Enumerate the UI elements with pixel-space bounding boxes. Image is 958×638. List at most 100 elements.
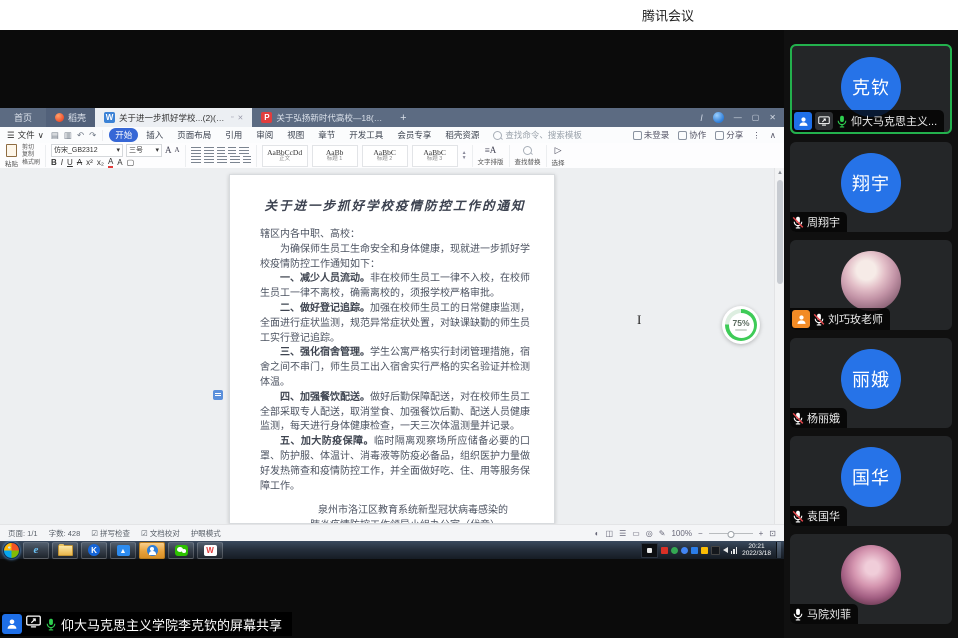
account-button[interactable]: 未登录 — [633, 129, 670, 141]
tab-close-icon[interactable]: ✕ — [238, 114, 244, 122]
command-search-box[interactable]: 查找命令、搜索模板 — [493, 129, 582, 141]
start-button[interactable] — [3, 542, 20, 559]
ribbon-tab-docer-resources[interactable]: 稻壳资源 — [439, 128, 485, 142]
shrink-font-button[interactable]: A — [175, 146, 180, 154]
strikethrough-button[interactable]: A — [77, 158, 82, 167]
participant-tile[interactable]: 马院刘菲 — [790, 534, 952, 624]
tray-icon-green[interactable] — [671, 547, 678, 554]
style-heading2[interactable]: AaBbC 标题 2 — [362, 145, 408, 167]
wps-document-tab-active[interactable]: W 关于进一步抓好学校...(2)(1)(7) ▫ ✕ — [95, 108, 252, 127]
typeset-button[interactable]: ≡A 文字排版 — [473, 145, 510, 167]
zoom-level[interactable]: 100% — [671, 529, 691, 538]
tray-icon-qq[interactable] — [711, 546, 720, 555]
read-view-icon[interactable]: ◎ — [646, 529, 653, 538]
print-icon[interactable]: ▥ — [64, 130, 72, 141]
collapse-ribbon-icon[interactable]: ∧ — [770, 130, 776, 141]
ribbon-tab-page-layout[interactable]: 页面布局 — [171, 128, 217, 142]
wps-home-tab[interactable]: 首页 — [0, 108, 46, 127]
show-desktop-button[interactable] — [776, 542, 781, 558]
tray-icon-yellow[interactable] — [701, 547, 708, 554]
bold-button[interactable]: B — [51, 158, 57, 167]
wps-docer-tab[interactable]: 稻壳 — [46, 108, 95, 127]
align-right-icon[interactable] — [217, 156, 227, 164]
taskbar-active-app[interactable] — [139, 542, 165, 559]
align-center-icon[interactable] — [204, 156, 214, 164]
participant-tile[interactable]: 翔宇 周翔宇 — [790, 142, 952, 232]
grow-font-button[interactable]: A — [165, 145, 172, 155]
taskbar-wechat[interactable] — [168, 542, 194, 559]
edit-view-icon[interactable]: ✎ — [659, 529, 666, 538]
underline-button[interactable]: U — [67, 158, 73, 167]
redo-icon[interactable]: ↷ — [89, 130, 96, 141]
select-button[interactable]: ▷ 选择 — [547, 145, 570, 167]
justify-icon[interactable] — [230, 156, 240, 164]
volume-icon[interactable] — [723, 547, 728, 553]
outline-view-icon[interactable]: ☰ — [619, 529, 626, 538]
ribbon-tab-review[interactable]: 审阅 — [250, 128, 279, 142]
proofread-toggle[interactable]: ☑文档校对 — [141, 528, 180, 539]
taskbar-meeting-app[interactable]: ▲ — [110, 542, 136, 559]
tray-icon-red[interactable] — [661, 547, 668, 554]
scroll-up-icon[interactable]: ▲ — [775, 168, 784, 176]
screen-share-banner[interactable]: 仰大马克思主义学院李克钦的屏幕共享 — [0, 612, 292, 636]
align-left-icon[interactable] — [191, 156, 201, 164]
cut-button[interactable]: 剪切 — [22, 145, 40, 152]
tray-meeting-indicator[interactable] — [641, 543, 658, 558]
superscript-button[interactable]: x² — [86, 158, 93, 167]
wps-document-tab-pdf[interactable]: P 关于弘扬新时代高校—18(2).pdf — [252, 108, 393, 127]
network-icon[interactable] — [731, 547, 738, 554]
participant-tile[interactable]: 国华 袁国华 — [790, 436, 952, 526]
account-globe-icon[interactable] — [713, 112, 724, 123]
number-list-icon[interactable] — [204, 147, 214, 155]
ribbon-tab-home[interactable]: 开始 — [109, 128, 138, 142]
collab-button[interactable]: 协作 — [678, 129, 706, 141]
save-icon[interactable]: ▤ — [51, 130, 59, 141]
ribbon-tab-insert[interactable]: 插入 — [140, 128, 169, 142]
taskbar-explorer[interactable] — [52, 542, 78, 559]
scrollbar-thumb[interactable] — [777, 180, 783, 284]
eye-protect-mode[interactable]: 护眼模式 — [191, 528, 221, 539]
ribbon-tab-view[interactable]: 视图 — [281, 128, 310, 142]
highlight-button[interactable]: A — [117, 158, 122, 167]
participant-tile[interactable]: 刘巧玫老师 — [790, 240, 952, 330]
eye-mode-icon[interactable]: ◐ — [595, 529, 600, 538]
find-replace-button[interactable]: 查找替换 — [510, 145, 547, 167]
copy-button[interactable]: 复制 — [22, 152, 40, 159]
page-view-icon[interactable]: ◫ — [606, 529, 614, 538]
font-size-select[interactable]: 三号 ▾ — [126, 144, 162, 157]
taskbar-app-k[interactable]: K — [81, 542, 107, 559]
more-icon[interactable]: ⋮ — [752, 130, 761, 141]
taskbar-clock[interactable]: 20:21 2022/3/18 — [740, 543, 773, 557]
bullet-list-icon[interactable] — [191, 147, 201, 155]
ribbon-tab-member[interactable]: 会员专享 — [391, 128, 437, 142]
minimize-button[interactable]: — — [734, 113, 742, 122]
zoom-slider[interactable] — [709, 533, 753, 534]
web-view-icon[interactable]: ▭ — [632, 529, 640, 538]
format-painter-button[interactable]: 格式刷 — [22, 160, 40, 167]
share-button[interactable]: 分享 — [715, 129, 743, 141]
increase-indent-icon[interactable] — [228, 147, 236, 155]
undo-icon[interactable]: ↶ — [77, 130, 84, 141]
wps-document-canvas[interactable]: 关于进一步抓好学校疫情防控工作的通知 辖区内各中职、高校： 为确保师生员工生命安… — [0, 168, 784, 524]
italic-button[interactable]: I — [61, 158, 63, 167]
style-gallery-spinner[interactable]: ▲▼ — [462, 151, 467, 161]
taskbar-wps[interactable]: W — [197, 542, 223, 559]
paste-button[interactable]: 粘贴 — [5, 144, 18, 168]
font-color-button[interactable]: A — [108, 158, 113, 168]
skin-icon[interactable]: I — [700, 113, 703, 123]
participant-tile[interactable]: 丽娥 杨丽娥 — [790, 338, 952, 428]
zoom-out-button[interactable]: − — [698, 529, 703, 538]
decrease-indent-icon[interactable] — [217, 147, 225, 155]
zoom-slider-knob[interactable] — [727, 531, 734, 538]
ribbon-tab-section[interactable]: 章节 — [312, 128, 341, 142]
subscript-button[interactable]: x₂ — [97, 158, 104, 167]
file-menu-button[interactable]: ☰ 文件 ∨ — [0, 129, 51, 141]
vertical-scrollbar[interactable]: ▲ — [774, 168, 784, 524]
tray-icon-blue[interactable] — [681, 547, 688, 554]
close-button[interactable]: ✕ — [769, 113, 776, 122]
line-spacing-icon[interactable] — [239, 147, 249, 155]
spellcheck-toggle[interactable]: ☑拼写检查 — [91, 528, 130, 539]
tab-pin-icon[interactable]: ▫ — [231, 114, 233, 121]
style-heading3[interactable]: AaBbC 标题 3 — [412, 145, 458, 167]
margin-edit-marker-icon[interactable] — [213, 390, 223, 400]
